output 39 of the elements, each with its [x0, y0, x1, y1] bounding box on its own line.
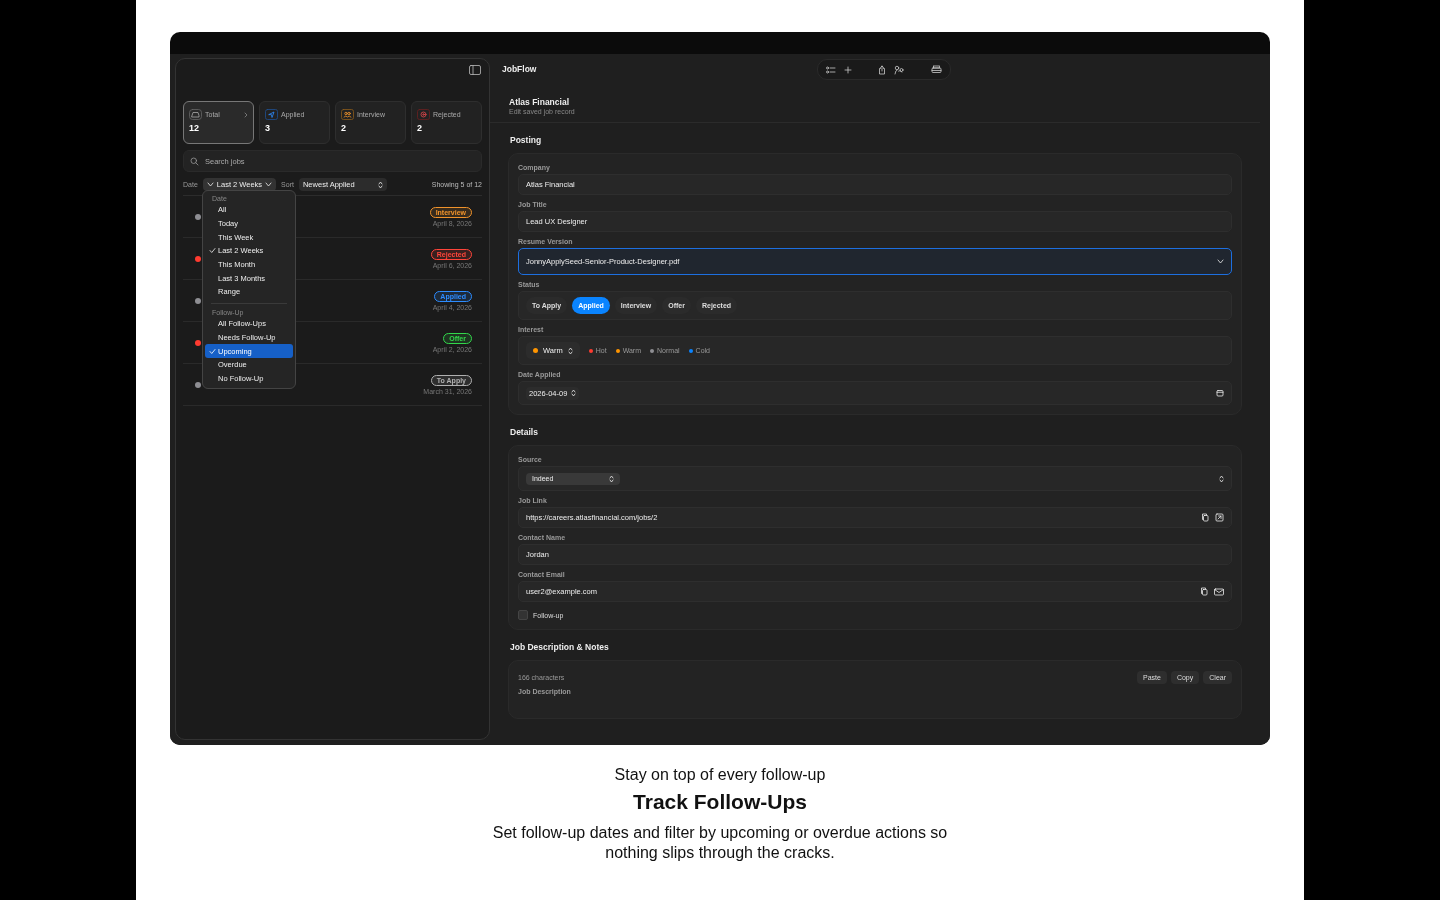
- sidebar-icon[interactable]: [469, 65, 481, 75]
- caption-body: Set follow-up dates and filter by upcoming or overdue actions so nothing slips through the cracks.: [491, 823, 949, 863]
- calendar-icon[interactable]: [1216, 389, 1224, 397]
- app-title: JobFlow: [502, 64, 537, 74]
- printer-icon[interactable]: [931, 65, 942, 74]
- people-icon[interactable]: [894, 64, 905, 75]
- stat-count: 2: [341, 123, 347, 133]
- caption-title: Track Follow-Ups: [633, 790, 807, 814]
- share-icon[interactable]: [878, 64, 886, 75]
- mail-icon[interactable]: [1214, 587, 1224, 596]
- stepper-icon: [1219, 474, 1224, 483]
- stepper-icon: [609, 474, 614, 483]
- chevron-down-icon: [206, 182, 214, 187]
- tray-icon: [189, 109, 202, 120]
- chevron-down-icon: [1217, 259, 1224, 264]
- chevron-right-icon: [244, 111, 248, 118]
- people-icon: [341, 109, 354, 120]
- chevron-down-icon: [265, 182, 273, 187]
- checkmark-icon: [209, 347, 216, 355]
- checkmark-icon: [209, 247, 216, 255]
- x-circle-icon: [417, 109, 430, 120]
- section-heading: Details: [509, 426, 539, 439]
- stepper-icon: [567, 346, 573, 355]
- copy-icon[interactable]: [1200, 587, 1209, 596]
- search-icon: [190, 156, 199, 166]
- record-title: Atlas Financial: [509, 97, 570, 107]
- copy-icon[interactable]: [1201, 513, 1210, 522]
- caption-kicker: Stay on top of every follow-up: [614, 766, 826, 784]
- external-link-icon[interactable]: [1215, 513, 1224, 522]
- plus-icon[interactable]: [844, 65, 852, 74]
- section-heading: Posting: [509, 134, 543, 147]
- stepper-icon: [571, 389, 577, 397]
- paper-plane-icon: [265, 109, 278, 120]
- stepper-icon: [377, 180, 383, 189]
- stat-count: 3: [265, 123, 271, 133]
- list-icon[interactable]: [826, 65, 836, 74]
- stat-count: 2: [417, 123, 423, 133]
- section-heading: Job Description & Notes: [509, 641, 610, 654]
- stat-count: 12: [189, 123, 200, 133]
